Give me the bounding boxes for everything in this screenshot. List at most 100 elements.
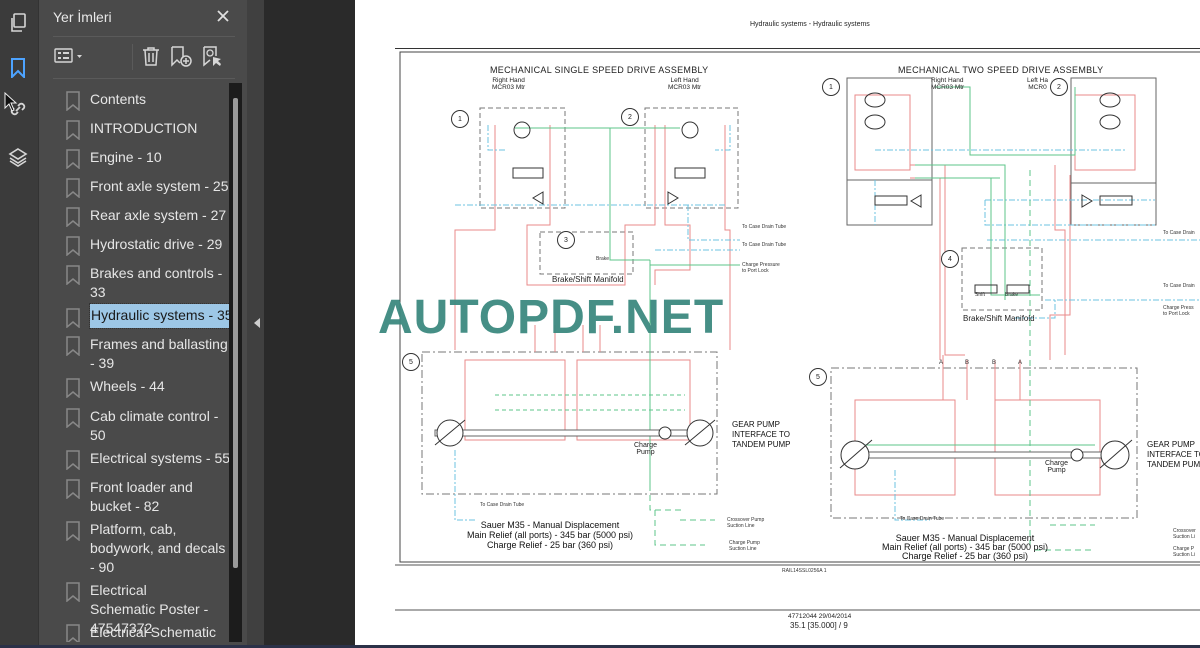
bookmark-item[interactable]: Platform, cab, bodywork, and decals - 90 <box>39 517 229 577</box>
divider <box>53 78 235 79</box>
case-drain-bottom-label: To Case Drain Tube <box>480 502 525 508</box>
gear-pump-label: GEAR PUMP INTERFACE TO TANDEM PUMP <box>1147 440 1200 469</box>
brake-label: Brake <box>596 256 610 262</box>
bookmark-item[interactable]: Front loader and bucket - 82 <box>39 475 229 516</box>
bookmark-item[interactable]: INTRODUCTION <box>39 116 229 140</box>
divider <box>53 36 235 37</box>
lh-motor-label: Left Ha MCR0 <box>1027 77 1048 91</box>
bookmark-icon <box>66 149 80 169</box>
bookmark-item[interactable]: Hydrostatic drive - 29 <box>39 232 229 256</box>
bookmark-item[interactable]: Cab climate control - 50 <box>39 404 229 445</box>
bookmark-scrollbar-thumb[interactable] <box>233 98 238 568</box>
bookmark-icon <box>66 408 80 428</box>
bookmark-icon <box>66 450 80 470</box>
callout-5: 5 <box>402 353 420 371</box>
rh-motor-label: Right Hand MCR03 Mtr <box>492 77 526 91</box>
bookmark-icon <box>66 336 80 356</box>
port-a: A <box>1018 360 1023 366</box>
port-b: B <box>992 360 997 366</box>
case-drain-label: To Case Drain Tube <box>742 242 787 248</box>
mouse-cursor-icon <box>4 91 18 117</box>
spec-line-2: Main Relief (all ports) - 345 bar (5000 … <box>466 530 634 540</box>
delete-bookmark-button[interactable] <box>139 42 163 70</box>
bookmark-icon <box>66 624 80 642</box>
add-bookmark-icon <box>171 46 192 67</box>
figure-reference: RAIL14SSL0256A 1 <box>782 568 827 574</box>
bookmark-icon <box>66 479 80 499</box>
bookmark-icon <box>66 521 80 541</box>
bookmark-item[interactable]: Wheels - 44 <box>39 374 229 398</box>
bookmark-icon <box>66 120 80 140</box>
port-b: B <box>965 360 970 366</box>
layers-icon[interactable] <box>7 146 29 168</box>
callout-1: 1 <box>451 110 469 128</box>
bookmark-icon <box>66 91 80 111</box>
close-panel-button[interactable] <box>213 6 233 26</box>
charge-suction-label: Charge P Suction Li <box>1173 546 1195 558</box>
options-menu-button[interactable] <box>53 42 85 70</box>
bookmark-icon[interactable] <box>7 57 29 79</box>
crossover-suction-label: Crossover Pump Suction Line <box>727 517 765 529</box>
left-diagram-title: MECHANICAL SINGLE SPEED DRIVE ASSEMBLY <box>490 65 709 75</box>
new-bookmark-button[interactable] <box>168 42 194 70</box>
right-manifold-label: Brake/Shift Manifold <box>963 314 1035 323</box>
spec-line-3: Charge Relief - 25 bar (360 psi) <box>486 540 614 550</box>
left-manifold-label: Brake/Shift Manifold <box>552 275 624 284</box>
spec-line-1: Sauer M35 - Manual Displacement <box>480 520 620 530</box>
charge-suction-label: Charge Pump Suction Line <box>729 540 760 552</box>
callout-1: 1 <box>822 78 840 96</box>
bookmark-item[interactable]: Contents <box>39 87 229 111</box>
callout-5: 5 <box>809 368 827 386</box>
case-drain-label: To Case Drain <box>1163 283 1195 289</box>
panel-title: Yer İmleri <box>53 9 112 25</box>
toolbar-divider <box>132 44 133 70</box>
callout-2: 2 <box>1050 78 1068 96</box>
bookmark-item[interactable]: Engine - 10 <box>39 145 229 169</box>
page-number: 35.1 [35.000] / 9 <box>790 621 848 630</box>
bookmark-icon <box>66 582 80 602</box>
spec-line-3: Charge Relief - 25 bar (360 psi) <box>901 551 1029 561</box>
bookmark-item[interactable]: Frames and ballasting - 39 <box>39 332 229 373</box>
lh-motor-label: Left Hand MCR03 Mtr <box>668 77 702 91</box>
list-options-icon <box>54 48 82 63</box>
bookmark-item[interactable]: Electrical systems - 55 <box>39 446 229 470</box>
watermark-text: AUTOPDF.NET <box>378 291 725 344</box>
charge-pressure-label: Charge Pressure to Port Lock <box>742 262 780 274</box>
case-drain-bottom-label: To Case Drain Tube <box>900 516 945 522</box>
port-a: A <box>939 360 944 366</box>
bookmark-selection-icon <box>203 46 221 67</box>
shift-label: Shift <box>975 292 986 298</box>
callout-3: 3 <box>557 231 575 249</box>
bookmark-item[interactable]: Brakes and controls - 33 <box>39 261 229 302</box>
bookmark-icon <box>66 207 80 227</box>
bookmark-item-selected[interactable]: Hydraulic systems - 35 <box>39 303 229 329</box>
bookmark-list: Contents INTRODUCTION Engine - 10 Front … <box>39 82 229 642</box>
right-diagram-title: MECHANICAL TWO SPEED DRIVE ASSEMBLY <box>898 65 1104 75</box>
bookmark-icon <box>66 236 80 256</box>
close-icon <box>217 10 229 22</box>
charge-pump-label: Charge Pump <box>1045 460 1068 474</box>
pages-icon[interactable] <box>7 12 29 34</box>
bookmark-item[interactable]: Front axle system - 25 <box>39 174 229 198</box>
callout-2: 2 <box>621 108 639 126</box>
bookmarks-panel: Yer İmleri Contents INTRODUCTION Engine … <box>39 0 247 648</box>
bookmark-icon <box>66 265 80 285</box>
bookmark-item[interactable]: Rear axle system - 27 <box>39 203 229 227</box>
bookmark-icon <box>66 178 80 198</box>
callout-4: 4 <box>941 250 959 268</box>
charge-pump-label: Charge Pump <box>634 442 657 456</box>
document-number: 47712044 29/04/2014 <box>788 613 852 620</box>
bookmark-item[interactable]: Electrical Schematic <box>39 620 229 642</box>
gear-pump-label: GEAR PUMP INTERFACE TO TANDEM PUMP <box>732 420 791 449</box>
crossover-suction-label: Crossover Suction Li <box>1173 528 1196 540</box>
trash-icon <box>143 47 159 66</box>
case-drain-label: To Case Drain Tube <box>742 224 787 230</box>
case-drain-label: To Case Drain <box>1163 230 1195 236</box>
rh-motor-label: Right Hand MCR03 Mtr <box>931 77 965 91</box>
collapse-panel-arrow-icon[interactable] <box>254 318 260 328</box>
bookmark-from-selection-button[interactable] <box>199 42 225 70</box>
brake-label: Brake <box>1005 292 1019 298</box>
charge-pressure-label: Charge Press to Port Lock <box>1163 305 1194 317</box>
bookmark-icon <box>66 378 80 398</box>
bookmark-icon <box>66 308 80 328</box>
